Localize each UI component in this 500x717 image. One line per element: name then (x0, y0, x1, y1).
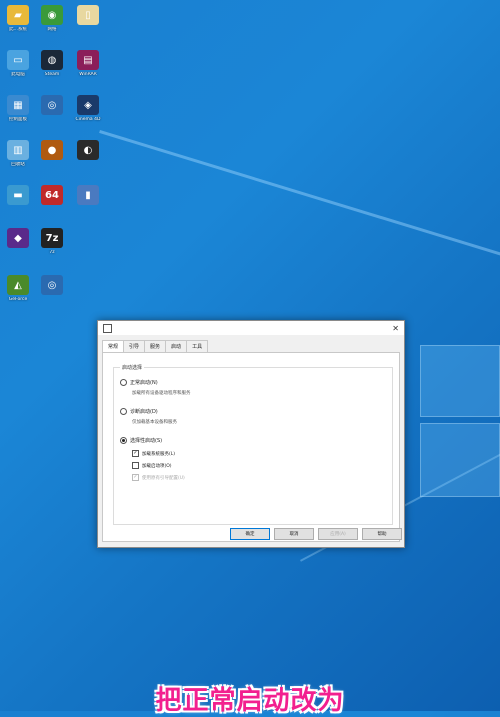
doc-icon: ▮ (77, 185, 99, 205)
startup-selection-group: 启动选择 正常启动(N) 加载所有设备驱动程序和服务 诊断启动(D) 仅加载基本… (113, 364, 393, 525)
wallpaper-streak (99, 130, 500, 285)
normal-startup-desc: 加载所有设备驱动程序和服务 (132, 391, 191, 396)
tab-startup[interactable]: 启动 (165, 340, 188, 352)
desktop-shortcut-label: 网络 (47, 27, 57, 32)
group-title: 启动选择 (120, 364, 145, 371)
help-button[interactable]: 帮助 (362, 528, 402, 540)
radio-dot (120, 379, 127, 386)
recycle-bin-icon: ▥ (7, 140, 29, 160)
desktop-shortcut[interactable]: 64 (32, 185, 72, 207)
purple-app-icon: ◆ (7, 228, 29, 248)
app-icon (103, 323, 112, 333)
geforce-icon: ◭ (7, 275, 29, 295)
7zip-icon: 7z (41, 228, 63, 248)
diagnostic-startup-label: 诊断启动(D) (130, 409, 158, 415)
nvidia-icon: ◐ (77, 140, 99, 160)
desktop-shortcut-label: GeForce (8, 297, 28, 302)
file-icon: ▯ (77, 5, 99, 25)
desktop-shortcut[interactable]: ◈ Cinema 4D (68, 95, 108, 123)
tab-panel: 启动选择 正常启动(N) 加载所有设备驱动程序和服务 诊断启动(D) 仅加载基本… (102, 352, 400, 542)
use-original-boot-label: 使用原有引导配置(U) (142, 475, 185, 481)
load-startup-items-label: 加载启动项(O) (142, 463, 172, 469)
load-system-services-checkbox[interactable]: ✓ 加载系统服务(L) (132, 450, 175, 457)
video-caption: 把正常启动改为 (155, 686, 345, 716)
desktop-shortcut-label: 7z (49, 250, 55, 255)
64-icon: 64 (41, 185, 63, 205)
desktop-shortcut-label: WinRAR (79, 72, 97, 77)
load-system-services-label: 加载系统服务(L) (142, 451, 176, 457)
cinema-icon: ◈ (77, 95, 99, 115)
desktop-shortcut[interactable]: ▮ (68, 185, 108, 207)
disc2-icon: ◎ (41, 275, 63, 295)
title-bar: ✕ (98, 321, 404, 335)
cancel-button[interactable]: 取消 (274, 528, 314, 540)
desktop-shortcut[interactable]: ▯ (68, 5, 108, 27)
desktop-shortcut[interactable]: ◍ Steam (32, 50, 72, 78)
desktop-shortcut-label: 控制面板 (9, 117, 27, 122)
desktop-shortcut[interactable]: 7z 7z (32, 228, 72, 256)
radio-dot (120, 408, 127, 415)
checkbox-box: ✓ (132, 450, 139, 457)
desktop-shortcut[interactable]: ▤ WinRAR (68, 50, 108, 78)
winrar-icon: ▤ (77, 50, 99, 70)
selective-startup-radio[interactable]: 选择性启动(S) (120, 437, 162, 444)
network-icon: ◉ (41, 5, 63, 25)
app-icon: ● (41, 140, 63, 160)
desktop-shortcut[interactable]: ● (32, 140, 72, 162)
folder-icon: ▰ (7, 5, 29, 25)
desktop-shortcut[interactable]: ◉ 网络 (32, 5, 72, 33)
checkbox-box (132, 462, 139, 469)
diagnostic-startup-desc: 仅加载基本设备和服务 (132, 420, 177, 425)
desktop-shortcut-label: Steam (44, 72, 60, 77)
tab-bar: 常规 引导 服务 启动 工具 (98, 335, 404, 352)
monitor-icon: ▬ (7, 185, 29, 205)
tab-general[interactable]: 常规 (102, 340, 125, 352)
desktop-shortcut-label: 回收站 (11, 162, 25, 167)
windows-logo (420, 345, 500, 515)
close-icon[interactable]: ✕ (392, 324, 399, 333)
desktop-shortcut[interactable]: ◐ (68, 140, 108, 162)
tab-tools[interactable]: 工具 (186, 340, 209, 352)
desktop-shortcut-label: Cinema 4D (75, 117, 101, 122)
desktop-shortcut[interactable]: ◎ (32, 275, 72, 297)
normal-startup-radio[interactable]: 正常启动(N) (120, 379, 158, 386)
ok-button[interactable]: 确定 (230, 528, 270, 540)
normal-startup-label: 正常启动(N) (130, 380, 158, 386)
computer-icon: ▭ (7, 50, 29, 70)
use-original-boot-checkbox[interactable]: ✓ 使用原有引导配置(U) (132, 474, 185, 481)
control-panel-icon: ▦ (7, 95, 29, 115)
selective-startup-label: 选择性启动(S) (130, 438, 163, 444)
system-config-dialog: ✕ 常规 引导 服务 启动 工具 启动选择 正常启动(N) 加载所有设备驱动程序… (97, 320, 405, 548)
tab-boot[interactable]: 引导 (123, 340, 146, 352)
tab-services[interactable]: 服务 (144, 340, 167, 352)
checkbox-box: ✓ (132, 474, 139, 481)
disc-icon: ◎ (41, 95, 63, 115)
desktop-shortcut[interactable]: ◎ (32, 95, 72, 117)
diagnostic-startup-radio[interactable]: 诊断启动(D) (120, 408, 158, 415)
steam-icon: ◍ (41, 50, 63, 70)
apply-button[interactable]: 应用(A) (318, 528, 358, 540)
radio-dot (120, 437, 127, 444)
load-startup-items-checkbox[interactable]: 加载启动项(O) (132, 462, 172, 469)
